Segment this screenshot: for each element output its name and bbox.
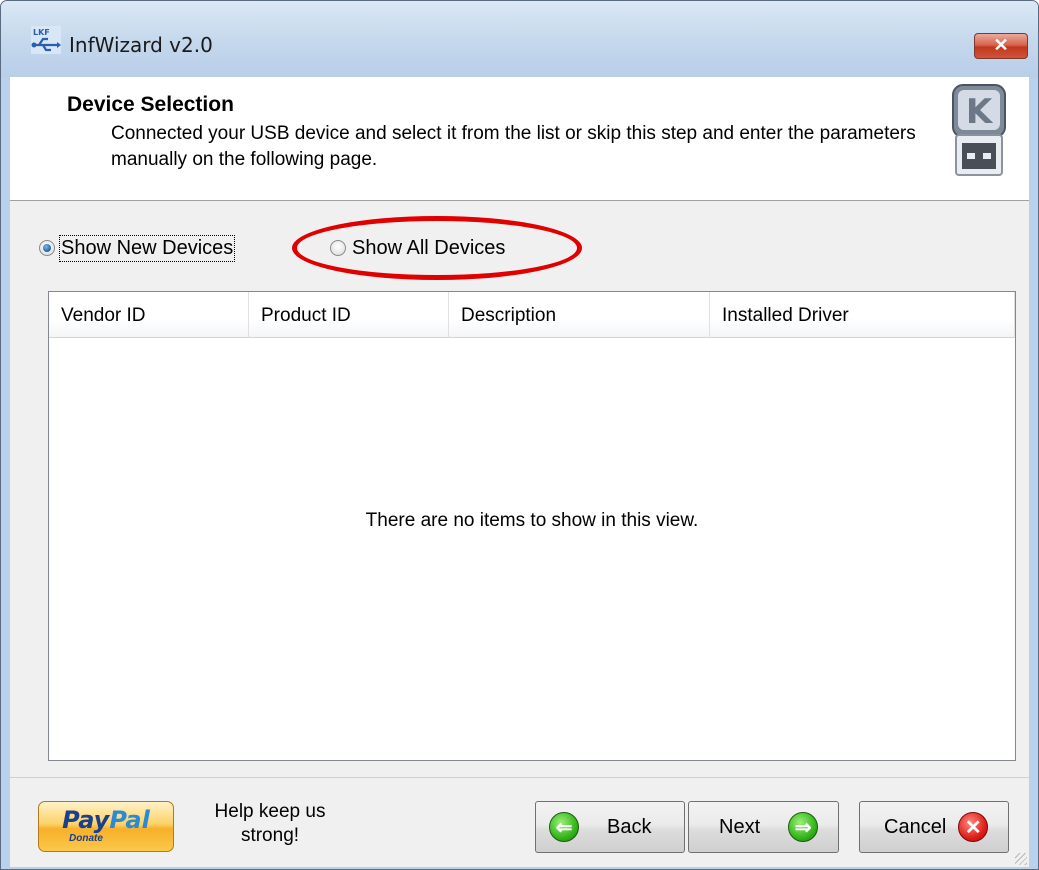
cancel-button-label: Cancel [884,815,947,838]
device-list-header: Vendor ID Product ID Description Install… [49,292,1015,338]
green-arrow-left-icon: ⇐ [549,812,579,842]
column-installed-driver[interactable]: Installed Driver [710,292,1015,338]
paypal-donate-button[interactable]: PayPal Donate [38,801,174,852]
page-description: Connected your USB device and select it … [111,123,916,170]
next-button[interactable]: Next ⇒ [688,801,839,853]
cancel-button[interactable]: Cancel ✕ [859,801,1009,853]
column-description[interactable]: Description [449,292,710,338]
usb-logo-icon: LKF [31,26,61,54]
help-text: Help keep us strong! [214,801,326,846]
device-list[interactable]: Vendor ID Product ID Description Install… [48,291,1016,761]
wizard-header: Device Selection Connected your USB devi… [10,77,1029,201]
page-title: Device Selection [67,93,234,116]
column-vendor-id[interactable]: Vendor ID [49,292,249,338]
radio-show-new-label[interactable]: Show New Devices [58,234,236,262]
back-button[interactable]: ⇐ Back [535,801,685,853]
column-product-id[interactable]: Product ID [249,292,449,338]
svg-text:LKF: LKF [33,28,50,37]
infwizard-window: LKF InfWizard v2.0 ✕ Device Selection Co… [0,0,1039,870]
close-icon: ✕ [993,35,1009,55]
resize-grip-icon[interactable] [1015,853,1027,865]
title-bar[interactable]: LKF InfWizard v2.0 ✕ [1,1,1038,77]
client-area: Device Selection Connected your USB devi… [10,77,1029,867]
green-arrow-right-icon: ⇒ [788,812,819,842]
usb-drive-icon: K [952,84,1006,176]
paypal-donate-label: Donate [69,833,103,844]
red-x-icon: ✕ [958,812,989,842]
radio-button-checked-icon[interactable] [39,240,55,256]
paypal-logo: PayPal [62,806,150,834]
footer-divider [10,777,1029,778]
next-button-label: Next [719,815,761,838]
svg-text:K: K [966,92,994,132]
empty-list-message: There are no items to show in this view. [365,510,699,531]
window-title: InfWizard v2.0 [69,33,213,57]
red-highlight-ellipse [292,216,582,280]
close-button[interactable]: ✕ [974,33,1028,59]
back-button-label: Back [607,815,652,838]
radio-show-new-devices[interactable]: Show New Devices [39,233,236,263]
